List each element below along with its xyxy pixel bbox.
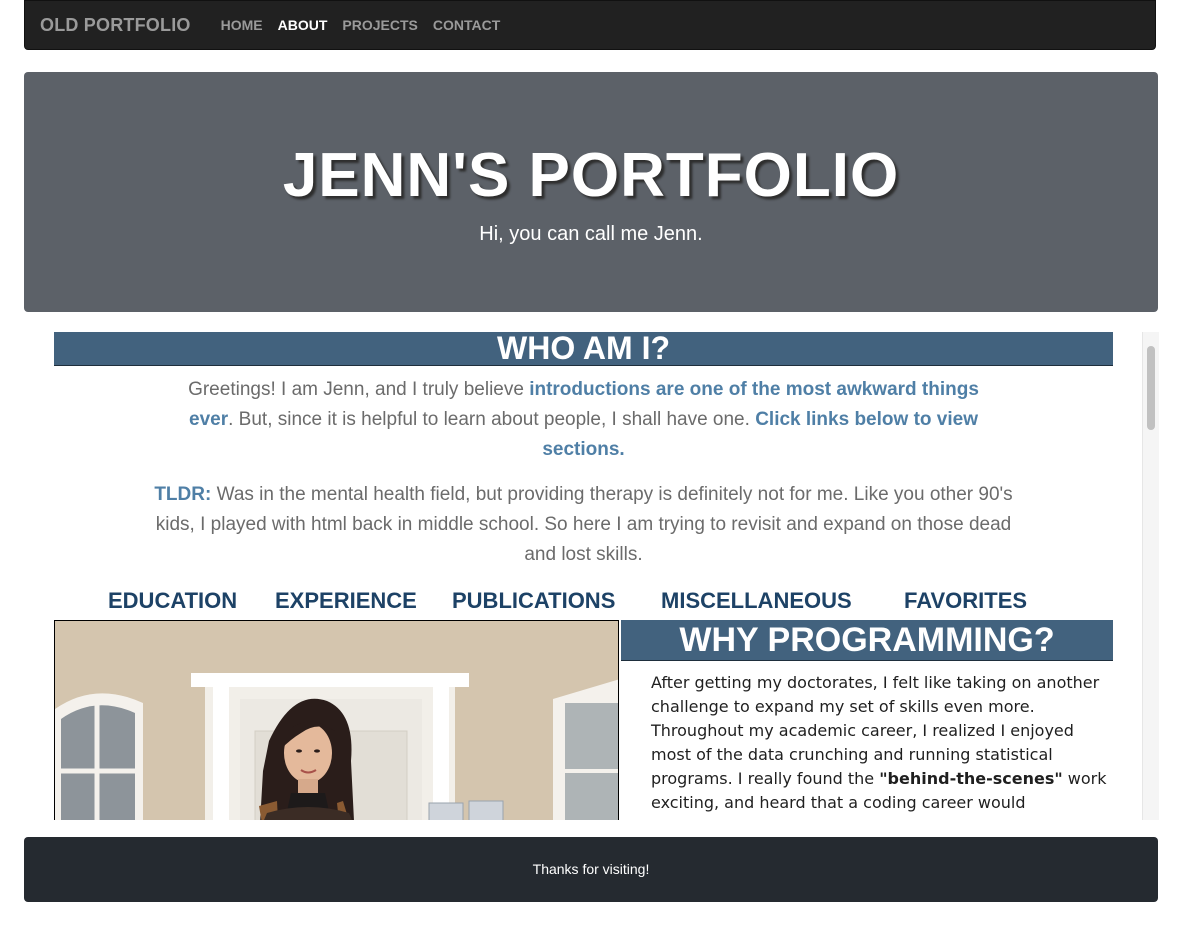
hero-subtitle: Hi, you can call me Jenn.	[479, 223, 703, 245]
content-scrollbar[interactable]	[1142, 332, 1159, 820]
section-link-education[interactable]: EDUCATION	[108, 588, 237, 614]
intro-text: Greetings! I am Jenn, and I truly believ…	[188, 379, 530, 400]
section-link-miscellaneous[interactable]: MISCELLANEOUS	[661, 588, 852, 614]
why-programming-text: After getting my doctorates, I felt like…	[621, 671, 1113, 820]
footer-text: Thanks for visiting!	[532, 861, 650, 877]
why-programming-heading: WHY PROGRAMMING?	[621, 620, 1113, 661]
nav-about[interactable]: ABOUT	[278, 17, 328, 33]
intro-text-2: . But, since it is helpful to learn abou…	[228, 409, 756, 430]
intro-paragraph: Greetings! I am Jenn, and I truly believ…	[164, 375, 1004, 465]
hero-title: JENN'S PORTFOLIO	[282, 141, 900, 210]
nav-contact[interactable]: CONTACT	[433, 17, 500, 33]
scrollbar-thumb[interactable]	[1147, 346, 1155, 430]
section-link-experience[interactable]: EXPERIENCE	[275, 588, 417, 614]
tldr-paragraph: TLDR: Was in the mental health field, bu…	[154, 480, 1014, 570]
why-text-bold: "behind-the-scenes"	[879, 769, 1063, 788]
section-link-publications[interactable]: PUBLICATIONS	[452, 588, 615, 614]
about-content: WHO AM I? Greetings! I am Jenn, and I tr…	[54, 332, 1113, 820]
nav-projects[interactable]: PROJECTS	[342, 17, 417, 33]
section-links: EDUCATION EXPERIENCE PUBLICATIONS MISCEL…	[54, 585, 1113, 615]
hero-banner: JENN'S PORTFOLIO Hi, you can call me Jen…	[24, 72, 1158, 312]
tldr-text: Was in the mental health field, but prov…	[155, 484, 1013, 565]
nav-home[interactable]: HOME	[221, 17, 263, 33]
profile-photo	[54, 620, 619, 820]
section-link-favorites[interactable]: FAVORITES	[904, 588, 1027, 614]
brand-logo[interactable]: OLD PORTFOLIO	[40, 15, 191, 36]
who-am-i-heading: WHO AM I?	[54, 332, 1113, 366]
why-programming-section: WHY PROGRAMMING? After getting my doctor…	[621, 620, 1113, 820]
navbar: OLD PORTFOLIO HOME ABOUT PROJECTS CONTAC…	[24, 0, 1156, 50]
footer: Thanks for visiting!	[24, 837, 1158, 902]
tldr-label: TLDR:	[154, 484, 212, 505]
